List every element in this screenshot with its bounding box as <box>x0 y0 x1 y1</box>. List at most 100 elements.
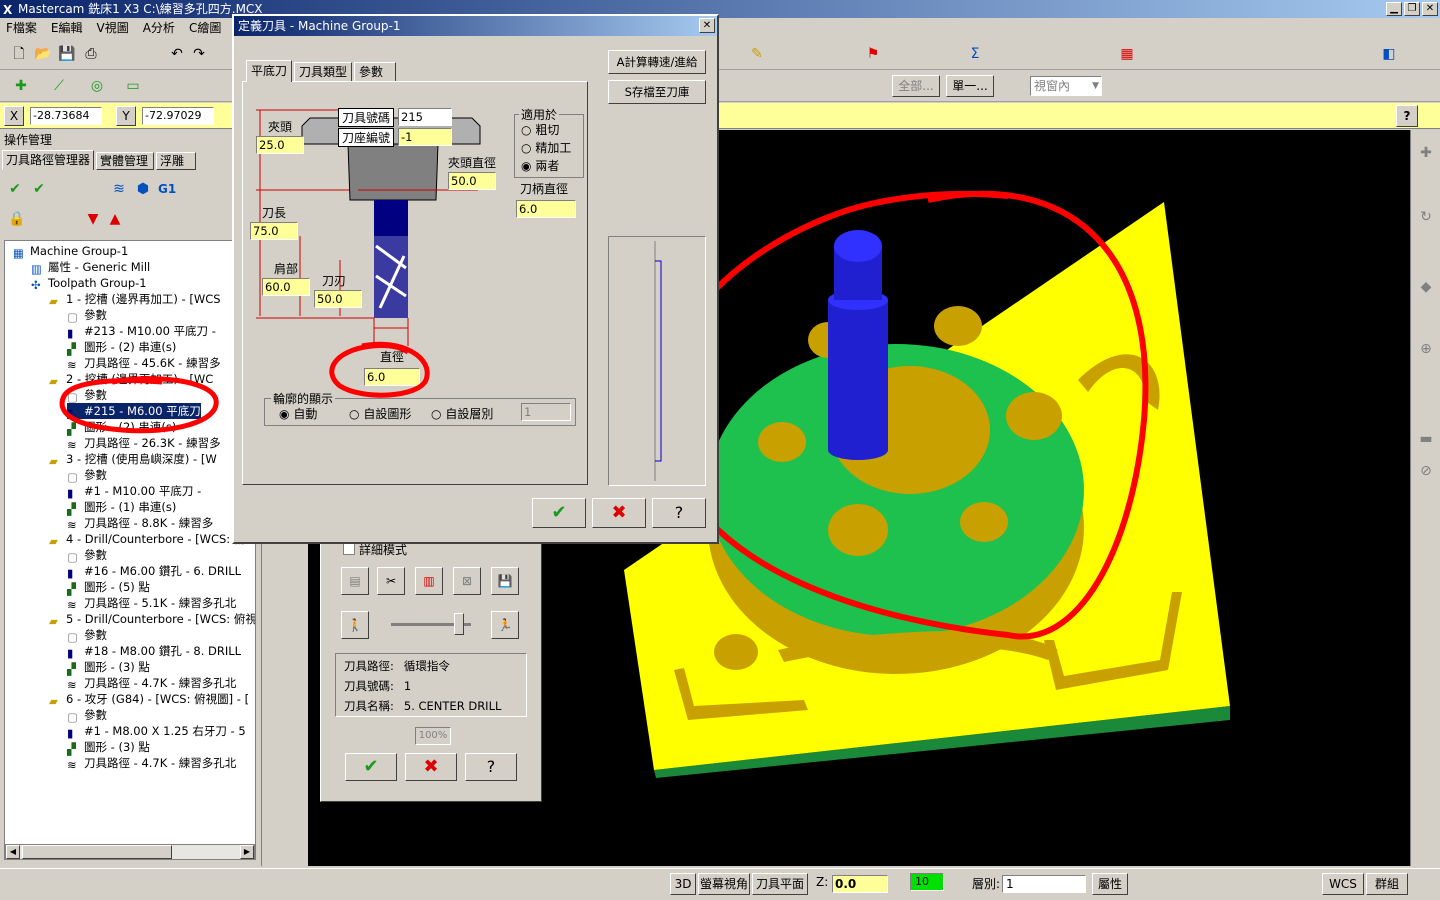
scroll-thumb[interactable] <box>22 845 172 859</box>
tree-item[interactable]: ≋ 刀具路徑 - 5.1K - 練習多孔北 <box>67 595 236 612</box>
menu-view[interactable]: V視圖 <box>97 21 129 35</box>
tree-item[interactable]: ▰ 5 - Drill/Counterbore - [WCS: 俯視圖 <box>49 611 255 628</box>
shade-icon[interactable]: ◧ <box>1380 45 1398 63</box>
tree-item[interactable]: ≋ 刀具路徑 - 4.7K - 練習多孔北 <box>67 675 236 692</box>
circle-icon[interactable]: ◎ <box>88 77 106 95</box>
wcs-button[interactable]: WCS <box>1322 873 1364 895</box>
sim-help-button[interactable]: ? <box>465 753 517 781</box>
screen-view-button[interactable]: 螢幕視角 <box>698 873 750 895</box>
tab-parameters[interactable]: 參數 <box>354 62 396 82</box>
tree-item[interactable]: ▢ 參數 <box>67 627 107 644</box>
sim-clear-button[interactable]: ⊠ <box>453 567 481 595</box>
rotate-icon[interactable]: ↻ <box>1417 208 1435 226</box>
tree-item[interactable]: ▮ #18 - M8.00 鑽孔 - 8. DRILL <box>67 643 241 660</box>
sim-save-button[interactable]: 💾 <box>491 567 519 595</box>
sim-tool-button[interactable]: ✂ <box>377 567 405 595</box>
z-depth-input[interactable]: 0.0 <box>832 875 888 893</box>
close-button[interactable]: ✕ <box>1422 2 1438 16</box>
profile-custom-radio[interactable]: ○ 自設圖形 <box>349 405 411 422</box>
tree-item[interactable]: ▰ 6 - 攻牙 (G84) - [WCS: 俯視圖] - [ <box>49 691 249 708</box>
slow-speed-icon[interactable]: 🚶 <box>341 611 369 639</box>
apply-finish-radio[interactable]: ○ 精加工 <box>521 139 571 156</box>
redo-icon[interactable]: ↷ <box>190 45 208 63</box>
profile-level-radio[interactable]: ○ 自設層別 <box>431 405 493 422</box>
tool-plane-button[interactable]: 刀具平面 <box>752 873 808 895</box>
maximize-button[interactable]: ❐ <box>1404 2 1420 16</box>
sigma-icon[interactable]: Σ <box>966 45 984 63</box>
view-3d-button[interactable]: 3D <box>670 873 696 895</box>
tree-item[interactable]: ▮ #1 - M10.00 平底刀 - <box>67 483 201 500</box>
scroll-right-icon[interactable]: ▶ <box>240 845 254 859</box>
chuck-field[interactable]: 25.0 <box>256 136 304 154</box>
tree-item[interactable]: ▞ 圖形 - (2) 串連(s) <box>67 339 176 356</box>
select-single-button[interactable]: 單一... <box>946 75 994 97</box>
move-down-icon[interactable]: ▼ <box>84 210 102 228</box>
tree-item[interactable]: ▰ 3 - 挖槽 (使用島嶼深度) - [W <box>49 451 217 468</box>
tree-item[interactable]: ▰ 1 - 挖槽 (邊界再加工) - [WCS <box>49 291 221 308</box>
verify-icon[interactable]: ⬢ <box>134 180 152 198</box>
tab-relief[interactable]: 浮雕 <box>156 152 196 170</box>
dialog-cancel-button[interactable]: ✖ <box>592 498 646 528</box>
shoulder-field[interactable]: 60.0 <box>262 278 310 296</box>
line-icon[interactable]: ⟋ <box>50 77 68 95</box>
sim-ok-button[interactable]: ✔ <box>345 753 397 781</box>
mirror-icon[interactable]: ◆ <box>1417 278 1435 296</box>
x-coordinate-input[interactable]: -28.73684 <box>30 107 102 125</box>
save-to-library-button[interactable]: S存檔至刀庫 <box>608 80 706 104</box>
tree-item[interactable]: ✣ Toolpath Group-1 <box>31 275 147 292</box>
dialog-help-button[interactable]: ? <box>652 498 706 528</box>
tree-item[interactable]: ▞ 圖形 - (3) 點 <box>67 739 150 756</box>
tree-item[interactable]: ▢ 參數 <box>67 467 107 484</box>
tree-item[interactable]: ▰ 4 - Drill/Counterbore - [WCS: 俯 <box>49 531 245 548</box>
menu-file[interactable]: F檔案 <box>6 21 37 35</box>
tree-item[interactable]: ▮ #16 - M6.00 鑽孔 - 6. DRILL <box>67 563 241 580</box>
help-button[interactable]: ? <box>1396 105 1418 127</box>
sim-options-button[interactable]: ▤ <box>341 567 369 595</box>
tree-item[interactable]: ▮ #213 - M10.00 平底刀 - <box>67 323 216 340</box>
length-field[interactable]: 75.0 <box>250 222 298 240</box>
sim-cancel-button[interactable]: ✖ <box>405 753 457 781</box>
post-icon[interactable]: G1 <box>158 180 176 198</box>
open-file-icon[interactable]: 📂 <box>34 45 52 63</box>
tree-item[interactable]: ≋ 刀具路徑 - 45.6K - 練習多 <box>67 355 221 372</box>
chuck-diameter-field[interactable]: 50.0 <box>448 172 496 190</box>
tree-item[interactable]: ▥ 屬性 - Generic Mill <box>31 259 150 276</box>
shank-diameter-field[interactable]: 6.0 <box>516 200 576 218</box>
sim-chart-button[interactable]: ▥ <box>415 567 443 595</box>
attributes-button[interactable]: 屬性 <box>1092 873 1128 895</box>
analyze-icon[interactable]: ⚑ <box>864 45 882 63</box>
scale-icon[interactable]: ⊕ <box>1417 340 1435 358</box>
group-button[interactable]: 群組 <box>1366 873 1408 895</box>
delete-icon[interactable]: ⊘ <box>1417 462 1435 480</box>
y-coordinate-input[interactable]: -72.97029 <box>142 107 214 125</box>
tree-item[interactable]: ▢ 參數 <box>67 707 107 724</box>
new-file-icon[interactable]: 🗋 <box>10 45 28 63</box>
apply-rough-radio[interactable]: ○ 粗切 <box>521 121 559 138</box>
dialog-close-button[interactable]: ✕ <box>699 18 715 33</box>
save-icon[interactable]: 💾 <box>58 45 76 63</box>
holder-number-field[interactable]: -1 <box>398 128 452 146</box>
minimize-button[interactable]: ▁ <box>1386 2 1402 16</box>
selection-mode-dropdown[interactable]: 視窗內 ▼ <box>1030 76 1102 96</box>
scroll-left-icon[interactable]: ◀ <box>6 845 20 859</box>
tree-item[interactable]: ▮ #1 - M8.00 X 1.25 右牙刀 - 5 <box>67 723 246 740</box>
verbose-checkbox[interactable] <box>343 543 355 555</box>
select-all-button[interactable]: 全部... <box>892 75 940 97</box>
menu-edit[interactable]: E編輯 <box>51 21 83 35</box>
grid-icon[interactable]: ▦ <box>1118 45 1136 63</box>
tree-item[interactable]: ▞ 圖形 - (5) 點 <box>67 579 150 596</box>
trim-icon[interactable]: ▬ <box>1417 430 1435 448</box>
tree-item[interactable]: ▢ 參數 <box>67 547 107 564</box>
select-all-ops-icon[interactable]: ✔ <box>6 180 24 198</box>
tab-solids-manager[interactable]: 實體管理 <box>96 152 154 170</box>
fast-speed-icon[interactable]: 🏃 <box>491 611 519 639</box>
speed-slider-thumb[interactable] <box>454 613 464 635</box>
apply-both-radio[interactable]: ◉ 兩者 <box>521 157 559 174</box>
tree-item[interactable]: ≋ 刀具路徑 - 8.8K - 練習多 <box>67 515 213 532</box>
print-icon[interactable]: ⎙ <box>82 45 100 63</box>
profile-auto-radio[interactable]: ◉ 自動 <box>279 405 317 422</box>
flute-field[interactable]: 50.0 <box>314 290 362 308</box>
translate-icon[interactable]: ✚ <box>1417 144 1435 162</box>
move-up-icon[interactable]: ▲ <box>106 210 124 228</box>
tree-item[interactable]: ▢ 參數 <box>67 307 107 324</box>
